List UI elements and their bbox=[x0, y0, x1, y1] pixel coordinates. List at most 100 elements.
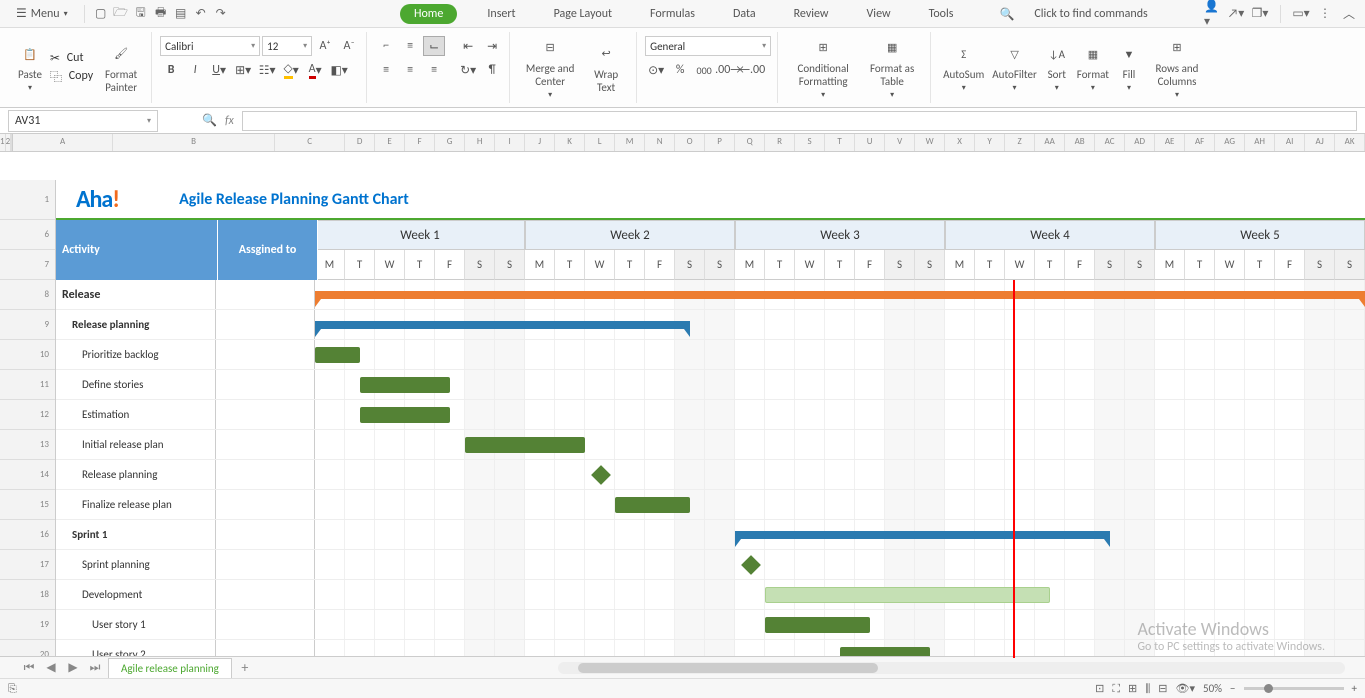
column-header[interactable]: Z bbox=[1005, 134, 1035, 151]
column-header[interactable]: AI bbox=[1275, 134, 1305, 151]
gantt-bar[interactable] bbox=[315, 321, 690, 329]
column-header[interactable]: N bbox=[645, 134, 675, 151]
row-header[interactable]: 16 bbox=[0, 520, 55, 550]
row-header[interactable]: 11 bbox=[0, 370, 55, 400]
column-header[interactable]: AE bbox=[1155, 134, 1185, 151]
column-header[interactable]: O bbox=[675, 134, 705, 151]
help-icon[interactable]: ⋮ bbox=[1317, 6, 1333, 22]
view-page-icon[interactable]: ⫼ bbox=[1145, 682, 1150, 696]
increase-indent-button[interactable]: ⇥ bbox=[481, 36, 503, 56]
column-header[interactable]: AF bbox=[1185, 134, 1215, 151]
sheet-nav-prev[interactable]: ◀ bbox=[42, 660, 60, 675]
column-header[interactable]: U bbox=[855, 134, 885, 151]
row-header[interactable]: 15 bbox=[0, 490, 55, 520]
window-icon[interactable]: ❐▾ bbox=[1252, 6, 1268, 22]
wrap-text-button[interactable]: ↩ Wrap Text bbox=[582, 40, 630, 96]
autosum-button[interactable]: ΣAutoSum▾ bbox=[939, 40, 988, 95]
column-header[interactable]: K bbox=[555, 134, 585, 151]
clear-format-button[interactable]: ◧▾ bbox=[328, 60, 350, 80]
view-icon-1[interactable]: ⊡ bbox=[1095, 682, 1104, 695]
tab-data[interactable]: Data bbox=[725, 3, 764, 25]
new-file-icon[interactable]: ▢ bbox=[93, 6, 109, 22]
paste-button[interactable]: 📋 Paste▾ bbox=[14, 40, 46, 95]
zoom-out-button[interactable]: − bbox=[1230, 682, 1235, 695]
tab-page-layout[interactable]: Page Layout bbox=[546, 3, 620, 25]
format-painter-button[interactable]: 🖌 Format Painter bbox=[97, 40, 145, 96]
tab-formulas[interactable]: Formulas bbox=[642, 3, 703, 25]
tab-view[interactable]: View bbox=[859, 3, 899, 25]
row-header[interactable]: 13 bbox=[0, 430, 55, 460]
gantt-bar[interactable] bbox=[360, 407, 450, 423]
percent-button[interactable]: % bbox=[669, 60, 691, 80]
column-header[interactable]: AC bbox=[1095, 134, 1125, 151]
print-icon[interactable]: 🖶 bbox=[153, 6, 169, 22]
view-normal-icon[interactable]: ⊞ bbox=[1128, 682, 1137, 695]
align-right-button[interactable]: ≡ bbox=[423, 60, 445, 80]
collapse-ribbon-icon[interactable]: ︿ bbox=[1341, 6, 1357, 22]
select-all[interactable] bbox=[11, 134, 12, 151]
format-as-table-button[interactable]: ▦ Format as Table▾ bbox=[860, 34, 924, 102]
eye-icon[interactable]: 👁▾ bbox=[1176, 682, 1196, 695]
sheet-nav-first[interactable]: ⏮ bbox=[20, 661, 38, 675]
italic-button[interactable]: I bbox=[184, 60, 206, 80]
column-header[interactable]: AB bbox=[1065, 134, 1095, 151]
column-header[interactable]: L bbox=[585, 134, 615, 151]
row-header[interactable]: 14 bbox=[0, 460, 55, 490]
column-header[interactable]: AK bbox=[1335, 134, 1365, 151]
decrease-decimal-button[interactable]: ←.00 bbox=[741, 60, 763, 80]
column-header[interactable]: B bbox=[113, 134, 275, 151]
gantt-bar[interactable] bbox=[615, 497, 690, 513]
share-icon[interactable]: ↗▾ bbox=[1228, 6, 1244, 22]
column-header[interactable]: R bbox=[765, 134, 795, 151]
fill-button[interactable]: ▼Fill▾ bbox=[1113, 40, 1145, 95]
cell-style-button[interactable]: ☷▾ bbox=[256, 60, 278, 80]
font-name-select[interactable]: Calibri▾ bbox=[160, 36, 260, 56]
save-icon[interactable]: 🖫 bbox=[133, 6, 149, 22]
conditional-formatting-button[interactable]: ⊞ Conditional Formatting▾ bbox=[786, 34, 860, 102]
cut-button[interactable]: ✂ Cut bbox=[50, 51, 93, 66]
column-header[interactable]: I bbox=[495, 134, 525, 151]
column-header[interactable]: AD bbox=[1125, 134, 1155, 151]
view-break-icon[interactable]: ⊟ bbox=[1158, 682, 1167, 695]
fx-icon[interactable]: fx bbox=[225, 114, 234, 128]
column-header[interactable]: X bbox=[945, 134, 975, 151]
row-header[interactable]: 19 bbox=[0, 610, 55, 640]
print-preview-icon[interactable]: ▤ bbox=[173, 6, 189, 22]
align-left-button[interactable]: ≡ bbox=[375, 60, 397, 80]
formula-input[interactable] bbox=[242, 111, 1357, 131]
notes-icon[interactable]: ▭▾ bbox=[1293, 6, 1309, 22]
zoom-slider[interactable] bbox=[1244, 687, 1344, 690]
horizontal-scrollbar[interactable] bbox=[558, 662, 1345, 674]
tab-review[interactable]: Review bbox=[786, 3, 837, 25]
sort-button[interactable]: ↓ASort▾ bbox=[1041, 40, 1073, 95]
sheet-nav-next[interactable]: ▶ bbox=[64, 660, 82, 675]
sheet-tab-active[interactable]: Agile release planning bbox=[108, 658, 232, 678]
column-header[interactable]: P bbox=[705, 134, 735, 151]
name-box[interactable]: AV31 ▾ bbox=[8, 110, 158, 132]
currency-button[interactable]: ⊙▾ bbox=[645, 60, 667, 80]
rows-columns-button[interactable]: ⊞Rows and Columns▾ bbox=[1145, 34, 1209, 102]
row-header[interactable]: 9 bbox=[0, 310, 55, 340]
row-header[interactable]: 12 bbox=[0, 400, 55, 430]
column-header[interactable]: M bbox=[615, 134, 645, 151]
menu-button[interactable]: ☰ Menu ▾ bbox=[8, 4, 76, 23]
copy-button[interactable]: ⿻ Copy bbox=[50, 68, 93, 85]
align-center-button[interactable]: ≡ bbox=[399, 60, 421, 80]
increase-font-button[interactable]: A⁺ bbox=[314, 36, 336, 56]
orientation-button[interactable]: ↻▾ bbox=[457, 60, 479, 80]
decrease-font-button[interactable]: A⁻ bbox=[338, 36, 360, 56]
column-header[interactable]: V bbox=[885, 134, 915, 151]
row-header[interactable]: 7 bbox=[0, 250, 55, 280]
zoom-thumb[interactable] bbox=[1264, 684, 1273, 693]
format-button[interactable]: ▦Format▾ bbox=[1073, 40, 1113, 95]
column-header[interactable]: W bbox=[915, 134, 945, 151]
redo-icon[interactable]: ↷ bbox=[213, 6, 229, 22]
status-icon[interactable]: ⎘ bbox=[8, 682, 17, 696]
tab-home[interactable]: Home bbox=[400, 4, 457, 24]
view-icon-2[interactable]: ⛶ bbox=[1112, 682, 1120, 696]
zoom-icon[interactable]: 🔍 bbox=[202, 113, 217, 128]
sheet-nav-last[interactable]: ⏭ bbox=[86, 661, 104, 675]
row-header[interactable]: 6 bbox=[0, 220, 55, 250]
font-size-select[interactable]: 12▾ bbox=[262, 36, 312, 56]
zoom-value[interactable]: 50% bbox=[1203, 682, 1222, 695]
